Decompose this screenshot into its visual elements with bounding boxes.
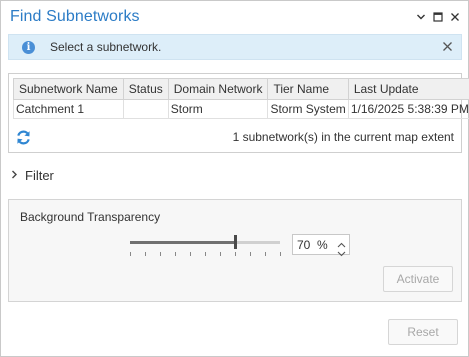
transparency-unit: % [317, 238, 328, 252]
slider-tick [235, 252, 236, 256]
cell-tier-name: Storm System [267, 99, 349, 119]
refresh-icon[interactable] [15, 129, 32, 146]
result-count: 1 subnetwork(s) in the current map exten… [232, 130, 454, 144]
find-subnetworks-pane: Find Subnetworks i Select a subnetwork. … [0, 0, 469, 357]
chevron-down-icon[interactable] [337, 246, 346, 257]
transparency-spinner[interactable]: 70 % [292, 234, 350, 257]
column-header-tier-name[interactable]: Tier Name [267, 78, 349, 100]
column-header-last-update[interactable]: Last Update [347, 78, 469, 100]
filter-expander[interactable]: Filter [11, 167, 54, 183]
slider-tick [130, 252, 131, 256]
cell-domain-network: Storm [167, 99, 269, 119]
subnetwork-table: Subnetwork Name Status Domain Network Ti… [13, 78, 469, 119]
slider-tick [280, 252, 281, 256]
slider-tick [175, 252, 176, 256]
cell-last-update: 1/16/2025 5:38:39 PM [347, 99, 469, 119]
column-header-status[interactable]: Status [122, 78, 169, 100]
column-header-subnetwork-name[interactable]: Subnetwork Name [13, 78, 124, 100]
transparency-slider-thumb[interactable] [234, 235, 237, 249]
cell-status [122, 99, 169, 119]
background-transparency-label: Background Transparency [20, 210, 161, 224]
results-panel: Subnetwork Name Status Domain Network Ti… [8, 73, 469, 153]
slider-tick [220, 252, 221, 256]
transparency-section: Background Transparency 70 % Activate [8, 199, 462, 302]
info-icon: i [22, 41, 35, 54]
chevron-right-icon [11, 168, 18, 182]
slider-tick [250, 252, 251, 256]
table-header-row: Subnetwork Name Status Domain Network Ti… [13, 78, 469, 100]
table-row[interactable]: Catchment 1 Storm Storm System 1/16/2025… [13, 99, 469, 119]
chevron-down-icon[interactable] [415, 11, 427, 23]
transparency-value[interactable]: 70 % [297, 238, 328, 252]
maximize-icon[interactable] [432, 11, 444, 23]
close-icon[interactable] [449, 11, 461, 23]
transparency-slider-fill [130, 241, 235, 244]
slider-tick [160, 252, 161, 256]
transparency-number: 70 [297, 238, 311, 252]
transparency-slider-track[interactable] [130, 241, 280, 244]
slider-tick [190, 252, 191, 256]
slider-tick [145, 252, 146, 256]
pane-title: Find Subnetworks [10, 8, 140, 25]
filter-label: Filter [25, 167, 54, 183]
dismiss-info-icon[interactable] [442, 41, 454, 53]
info-bar: i Select a subnetwork. [8, 34, 462, 60]
cell-subnetwork-name: Catchment 1 [13, 99, 124, 119]
title-bar: Find Subnetworks [1, 1, 468, 34]
activate-button[interactable]: Activate [383, 266, 453, 292]
slider-tick [265, 252, 266, 256]
slider-tick [205, 252, 206, 256]
column-header-domain-network[interactable]: Domain Network [167, 78, 269, 100]
chevron-up-icon[interactable] [337, 237, 346, 248]
info-message: Select a subnetwork. [50, 40, 162, 54]
reset-button[interactable]: Reset [388, 319, 458, 345]
